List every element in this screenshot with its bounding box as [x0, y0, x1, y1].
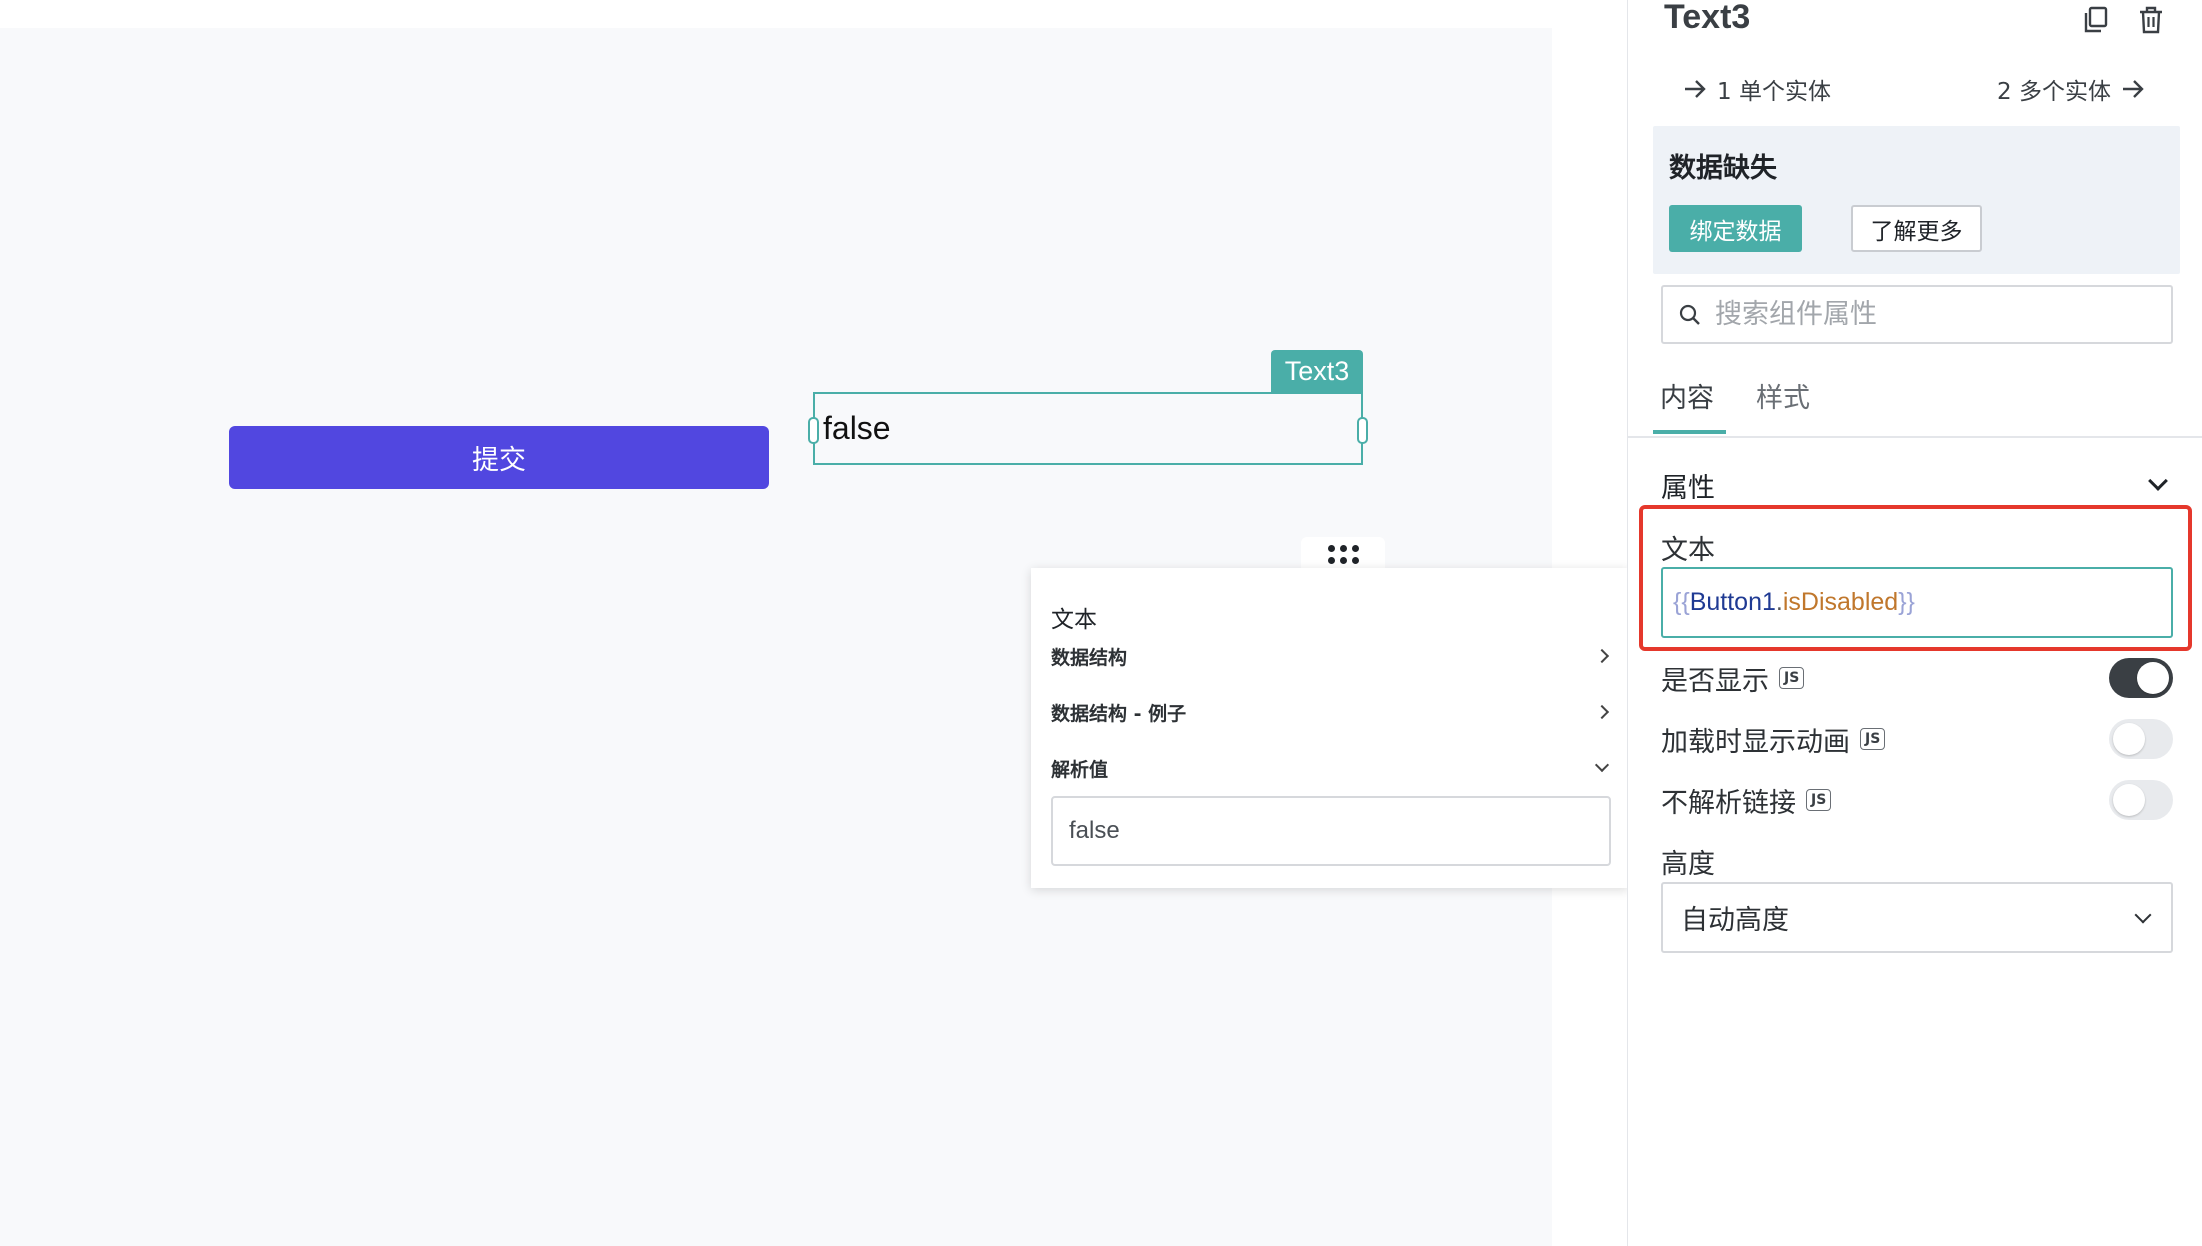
single-entity-link[interactable]: 1 单个实体 — [1683, 72, 1831, 106]
binding-brace-close: }} — [1898, 588, 1915, 616]
animate-loading-toggle[interactable] — [2109, 719, 2173, 759]
height-selected-value: 自动高度 — [1681, 905, 1789, 936]
popup-row-label: 数据结构 — [1051, 646, 1128, 669]
toggle-label: 加载时显示动画 — [1661, 726, 1850, 758]
delete-icon[interactable] — [2134, 3, 2168, 37]
text-widget-value: false — [823, 410, 891, 446]
visible-toggle[interactable] — [2109, 658, 2173, 698]
resize-handle-right[interactable] — [1357, 417, 1368, 444]
popup-row-label: 数据结构 - 例子 — [1051, 702, 1187, 725]
tab-style[interactable]: 样式 — [1756, 376, 1810, 415]
toggle-row-visible: 是否显示 JS — [1661, 656, 2173, 700]
popup-row-label: 解析值 — [1051, 758, 1109, 781]
toggle-row-disable-link: 不解析链接 JS — [1661, 778, 2173, 822]
js-toggle-badge[interactable]: JS — [1806, 789, 1832, 811]
height-select[interactable]: 自动高度 — [1661, 882, 2173, 953]
binding-dot: . — [1775, 588, 1783, 616]
resize-handle-left[interactable] — [808, 417, 819, 444]
toggle-row-animate-loading: 加载时显示动画 JS — [1661, 717, 2173, 761]
learn-more-button[interactable]: 了解更多 — [1851, 205, 1982, 252]
popup-row-evaluated-value[interactable]: 解析值 — [1051, 748, 1610, 788]
height-label: 高度 — [1661, 849, 1715, 880]
js-toggle-badge[interactable]: JS — [1860, 728, 1886, 750]
chevron-right-icon — [1594, 704, 1610, 720]
toggle-label: 是否显示 — [1661, 665, 1769, 697]
arrow-right-icon — [1685, 80, 1706, 98]
evaluated-value-box: false — [1051, 796, 1611, 866]
text-code-input[interactable]: {{ Button1 . isDisabled }} — [1661, 567, 2173, 638]
chevron-right-icon — [1594, 648, 1610, 664]
search-icon — [1679, 304, 1700, 325]
binding-brace-open: {{ — [1673, 588, 1690, 616]
disable-link-toggle[interactable] — [2109, 780, 2173, 820]
property-search[interactable] — [1661, 285, 2173, 344]
js-toggle-badge[interactable]: JS — [1779, 667, 1805, 689]
chevron-down-icon — [2134, 906, 2152, 923]
missing-data-callout: 数据缺失 绑定数据 了解更多 — [1653, 126, 2180, 274]
widget-name-tag[interactable]: Text3 — [1271, 350, 1363, 392]
active-tab-indicator — [1653, 430, 1726, 434]
section-title-properties[interactable]: 属性 — [1661, 466, 1715, 505]
toggle-label: 不解析链接 — [1661, 787, 1796, 819]
drag-dots-icon — [1327, 544, 1359, 564]
chevron-down-icon — [1594, 757, 1610, 773]
evaluated-value-popup: 文本 数据结构 数据结构 - 例子 解析值 false — [1031, 568, 1629, 888]
search-input[interactable] — [1713, 298, 2157, 331]
multiple-entity-label: 2 多个实体 — [1997, 79, 2111, 105]
multiple-entity-link[interactable]: 2 多个实体 — [1997, 72, 2145, 106]
missing-data-title: 数据缺失 — [1669, 153, 1777, 184]
chevron-down-icon[interactable] — [2148, 471, 2168, 491]
popup-row-data-type[interactable]: 数据结构 — [1051, 636, 1610, 676]
copy-icon[interactable] — [2079, 3, 2113, 37]
tab-divider — [1628, 436, 2202, 438]
popup-title: 文本 — [1051, 607, 1097, 633]
binding-property: isDisabled — [1782, 588, 1899, 616]
popup-drag-handle[interactable] — [1301, 537, 1385, 571]
binding-object: Button1 — [1689, 588, 1776, 616]
submit-button[interactable]: 提交 — [229, 426, 769, 489]
property-pane: Text3 1 单个实体 2 多个实体 数据缺失 绑定数据 了解更多 搜索组件属… — [1627, 0, 2202, 1246]
pane-title[interactable]: Text3 — [1664, 0, 1750, 37]
bind-data-button[interactable]: 绑定数据 — [1669, 205, 1802, 252]
text-widget-selected[interactable]: false — [808, 392, 1368, 465]
single-entity-label: 1 单个实体 — [1717, 79, 1831, 105]
tab-content[interactable]: 内容 — [1660, 376, 1714, 415]
popup-row-data-example[interactable]: 数据结构 - 例子 — [1051, 692, 1610, 732]
text-field-label: 文本 — [1661, 535, 1715, 566]
arrow-right-icon — [2122, 80, 2144, 98]
